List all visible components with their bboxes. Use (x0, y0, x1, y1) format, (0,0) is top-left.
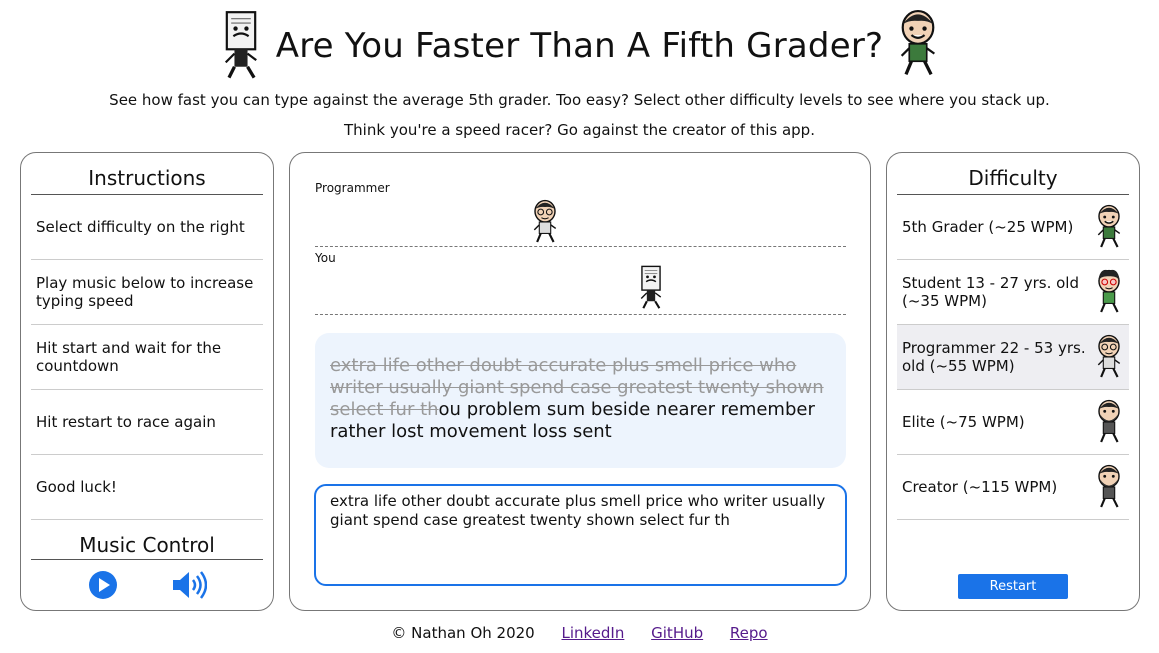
repo-link[interactable]: Repo (730, 624, 768, 642)
difficulty-label: Student 13 - 27 yrs. old (~35 WPM) (902, 274, 1079, 310)
instruction-item: Good luck! (31, 455, 263, 520)
instructions-title: Instructions (31, 163, 263, 195)
difficulty-option-student[interactable]: Student 13 - 27 yrs. old (~35 WPM) (897, 260, 1129, 325)
paper-mascot-icon (223, 10, 258, 80)
page-subtitle-challenge: Think you're a speed racer? Go against t… (344, 121, 815, 139)
title-row: Are You Faster Than A Fifth Grader? (0, 8, 1159, 84)
opponent-track: Programmer (315, 181, 846, 247)
music-control-title: Music Control (31, 528, 263, 560)
footer: © Nathan Oh 2020 LinkedIn GitHub Repo (0, 624, 1159, 642)
instruction-item: Hit start and wait for the countdown (31, 325, 263, 390)
difficulty-panel: Difficulty 5th Grader (~25 WPM) Student … (886, 152, 1140, 611)
page-subtitle: See how fast you can type against the av… (109, 91, 1050, 109)
difficulty-option-elite[interactable]: Elite (~75 WPM) (897, 390, 1129, 455)
instructions-panel: Instructions Select difficulty on the ri… (20, 152, 274, 611)
programmer-avatar-icon (1097, 334, 1121, 379)
opponent-racer-icon (533, 199, 557, 244)
instruction-item: Select difficulty on the right (31, 195, 263, 260)
difficulty-option-creator[interactable]: Creator (~115 WPM) (897, 455, 1129, 520)
you-track: You (315, 251, 846, 315)
typing-input[interactable] (314, 484, 847, 586)
difficulty-label: Elite (~75 WPM) (902, 413, 1025, 431)
copyright: © Nathan Oh 2020 (391, 624, 535, 642)
linkedin-link[interactable]: LinkedIn (561, 624, 624, 642)
music-controls (21, 560, 273, 610)
student-avatar-icon (1097, 269, 1121, 314)
restart-button[interactable]: Restart (958, 574, 1068, 599)
kid-mascot-icon (900, 10, 937, 77)
instruction-item: Play music below to increase typing spee… (31, 260, 263, 325)
opponent-label: Programmer (315, 181, 390, 195)
difficulty-label: 5th Grader (~25 WPM) (902, 218, 1074, 236)
difficulty-title: Difficulty (897, 163, 1129, 195)
you-label: You (315, 251, 336, 265)
github-link[interactable]: GitHub (651, 624, 703, 642)
kid-avatar-icon (1097, 204, 1121, 249)
you-racer-icon (640, 265, 662, 310)
difficulty-option-5th-grader[interactable]: 5th Grader (~25 WPM) (897, 195, 1129, 260)
difficulty-option-programmer[interactable]: Programmer 22 - 53 yrs. old (~55 WPM) (897, 325, 1129, 390)
page-header: Are You Faster Than A Fifth Grader? See … (0, 8, 1159, 140)
volume-up-icon[interactable] (171, 570, 207, 600)
creator-avatar-icon (1097, 464, 1121, 509)
play-circle-icon[interactable] (88, 570, 118, 600)
race-panel: Programmer You extra life other doubt ac… (289, 152, 871, 611)
difficulty-label: Programmer 22 - 53 yrs. old (~55 WPM) (902, 339, 1086, 375)
instruction-item: Hit restart to race again (31, 390, 263, 455)
page-title: Are You Faster Than A Fifth Grader? (275, 26, 884, 66)
elite-avatar-icon (1097, 399, 1121, 444)
difficulty-label: Creator (~115 WPM) (902, 478, 1058, 496)
prompt-text-box: extra life other doubt accurate plus sme… (315, 333, 846, 468)
